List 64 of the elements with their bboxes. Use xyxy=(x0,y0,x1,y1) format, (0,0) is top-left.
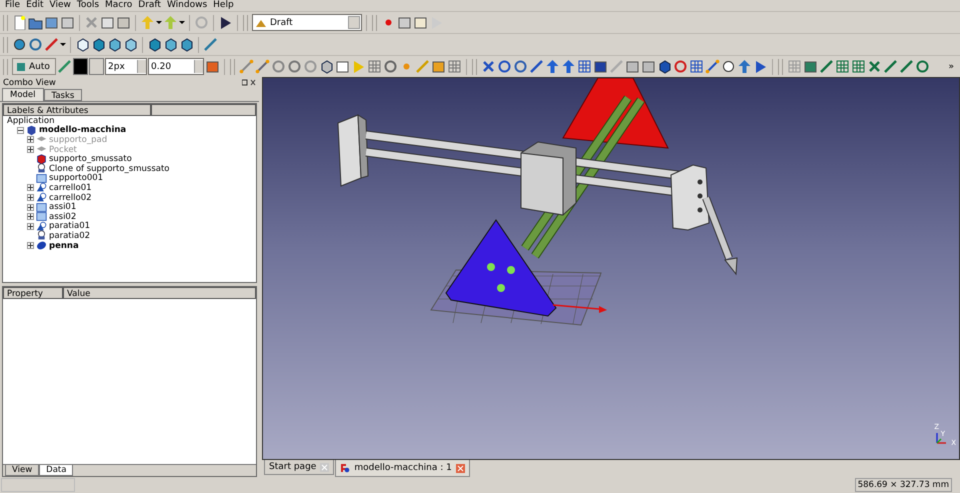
auto-button[interactable]: Auto xyxy=(12,58,56,75)
wire-icon[interactable] xyxy=(255,59,270,74)
menu-item[interactable]: Macro xyxy=(103,0,136,11)
tree-item[interactable]: carrello01 xyxy=(49,182,92,193)
workbench-dropdown[interactable]: Draft xyxy=(252,14,362,31)
menu-item[interactable]: File xyxy=(3,0,24,11)
isometric-cube-icon[interactable] xyxy=(75,37,90,52)
tree-item[interactable]: paratia01 xyxy=(49,221,90,232)
cube-icon[interactable] xyxy=(147,37,162,52)
column-header[interactable]: Property xyxy=(3,287,63,299)
document-tab[interactable]: modello-macchina : 1 xyxy=(335,460,470,477)
rectangle-icon[interactable] xyxy=(335,59,350,74)
panel-tab[interactable]: Tasks xyxy=(44,89,82,101)
panel-title: Combo View xyxy=(3,78,56,88)
tree-item[interactable]: carrello02 xyxy=(49,192,92,203)
tree-item[interactable]: paratia02 xyxy=(49,230,90,241)
expand-icon[interactable] xyxy=(27,136,34,144)
expand-icon[interactable] xyxy=(27,204,34,211)
expand-icon[interactable] xyxy=(27,213,34,220)
tree-item[interactable]: penna xyxy=(49,240,79,251)
line-width-field[interactable]: 2px xyxy=(105,58,147,75)
line-color-swatch[interactable] xyxy=(73,58,88,75)
expand-icon[interactable] xyxy=(27,242,34,250)
column-header[interactable]: Labels & Attributes xyxy=(3,104,151,116)
tree-item[interactable]: modello-macchina xyxy=(39,125,126,136)
tree-item[interactable]: Application xyxy=(7,116,54,126)
tree-item[interactable]: supporto_smussato xyxy=(49,154,132,164)
panel-tab[interactable]: View xyxy=(5,465,40,476)
new-document-icon[interactable] xyxy=(12,15,27,30)
face-color-swatch[interactable] xyxy=(89,58,104,75)
tree-item[interactable]: Clone of supporto_smussato xyxy=(49,164,170,174)
collapse-icon[interactable] xyxy=(17,126,24,134)
column-header[interactable]: Value xyxy=(63,287,256,299)
tree-item[interactable]: assi01 xyxy=(49,202,76,212)
app-logo-icon xyxy=(340,463,350,473)
menu-item[interactable]: Edit xyxy=(24,0,48,11)
cube-icon[interactable] xyxy=(91,37,106,52)
expand-icon[interactable] xyxy=(27,184,34,192)
expand-icon[interactable] xyxy=(27,222,34,230)
menu-item[interactable]: Tools xyxy=(74,0,104,11)
stop-icon[interactable] xyxy=(397,15,412,30)
panel-tab[interactable]: Data xyxy=(39,465,74,476)
panel-tab[interactable]: Model xyxy=(2,88,44,101)
tree-item[interactable]: supporto001 xyxy=(49,173,104,184)
expand-icon[interactable] xyxy=(27,194,34,202)
style-icon xyxy=(16,62,26,72)
tree-item[interactable]: assi02 xyxy=(49,212,76,222)
status-dimensions: 586.69 × 327.73 mm xyxy=(854,478,952,492)
more-tools-button[interactable]: » xyxy=(948,62,954,72)
menu-item[interactable]: Windows xyxy=(164,0,212,11)
document-tab[interactable]: Start page xyxy=(264,460,334,475)
cube-icon[interactable] xyxy=(163,37,178,52)
arc-icon[interactable] xyxy=(287,59,302,74)
cube-icon[interactable] xyxy=(179,37,194,52)
close-icon[interactable] xyxy=(242,79,256,86)
menu-item[interactable]: Draft xyxy=(136,0,165,11)
cube-icon[interactable] xyxy=(123,37,138,52)
menu-item[interactable]: View xyxy=(48,0,75,11)
expand-icon[interactable] xyxy=(27,146,34,154)
font-size-field[interactable]: 0.20 xyxy=(148,58,204,75)
menu-item[interactable]: Help xyxy=(211,0,238,11)
cube-icon[interactable] xyxy=(107,37,122,52)
drafting-tools-icon xyxy=(255,18,267,28)
polygon-icon[interactable] xyxy=(319,59,334,74)
